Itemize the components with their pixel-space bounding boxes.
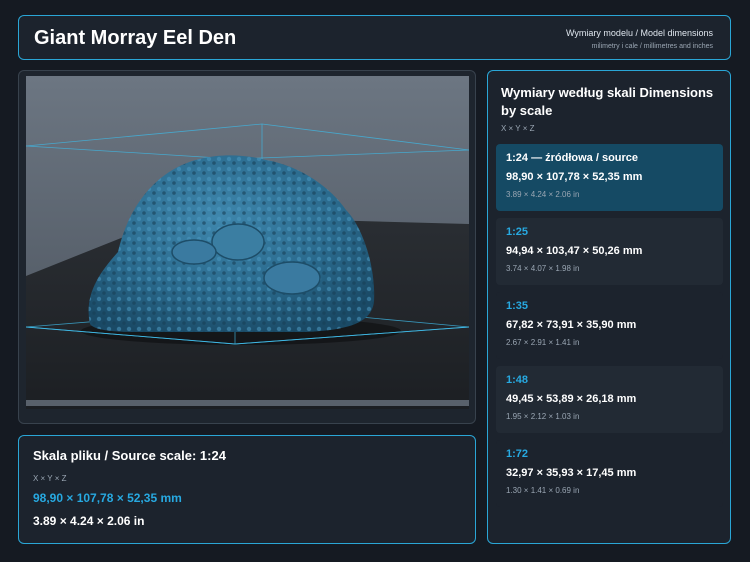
scale-label: 1:24 — źródłowa / source [506, 152, 639, 164]
scales-panel: Wymiary według skali Dimensions by scale… [487, 70, 731, 544]
scale-dimensions-inches: 2.67 × 2.91 × 1.41 in [506, 338, 580, 347]
scale-row-1-24[interactable]: 1:24 — źródłowa / source 98,90 × 107,78 … [496, 144, 723, 211]
eel-body-left [171, 239, 217, 265]
scale-dimensions-mm: 67,82 × 73,91 × 35,90 mm [506, 319, 637, 331]
scale-dimensions-mm: 98,90 × 107,78 × 52,35 mm [506, 171, 643, 183]
scale-dimensions-mm: 49,45 × 53,89 × 26,18 mm [506, 393, 637, 405]
scale-dimensions-inches: 3.89 × 4.24 × 2.06 in [506, 190, 580, 199]
page-title: Giant Morray Eel Den [34, 27, 237, 49]
source-scale-card: Skala pliku / Source scale: 1:24 X × Y ×… [18, 435, 476, 544]
scale-label: 1:72 [506, 448, 529, 460]
scale-dimensions-inches: 3.74 × 4.07 × 1.98 in [506, 264, 580, 273]
scale-dimensions-inches: 1.30 × 1.41 × 0.69 in [506, 486, 580, 495]
scale-row-1-25[interactable]: 1:25 94,94 × 103,47 × 50,26 mm 3.74 × 4.… [496, 218, 723, 285]
viewer-scrollbar[interactable] [26, 400, 469, 406]
scales-title: Wymiary według skali Dimensions by scale [501, 85, 714, 118]
eel-head-bottom [263, 261, 321, 295]
header-subtitle: Wymiary modelu / Model dimensions [566, 28, 713, 38]
source-dimensions-inches: 3.89 × 4.24 × 2.06 in [33, 514, 145, 528]
scale-dimensions-mm: 32,97 × 35,93 × 17,45 mm [506, 467, 637, 479]
header-panel: Giant Morray Eel Den Wymiary modelu / Mo… [18, 15, 731, 60]
source-dimensions-mm: 98,90 × 107,78 × 52,35 mm [33, 491, 182, 505]
scale-row-1-72[interactable]: 1:72 32,97 × 35,93 × 17,45 mm 1.30 × 1.4… [496, 440, 723, 507]
scale-dimensions-inches: 1.95 × 2.12 × 1.03 in [506, 412, 580, 421]
model-viewer[interactable] [18, 70, 476, 424]
scale-dimensions-mm: 94,94 × 103,47 × 50,26 mm [506, 245, 643, 257]
source-scale-title: Skala pliku / Source scale: 1:24 [33, 448, 226, 463]
scale-label: 1:25 [506, 226, 529, 238]
scale-label: 1:48 [506, 374, 529, 386]
eel-head-top [211, 223, 265, 261]
source-axes-label: X × Y × Z [33, 474, 67, 483]
scale-label: 1:35 [506, 300, 529, 312]
header-units-note: milimetry i cale / millimetres and inche… [591, 43, 713, 50]
model-render [26, 76, 469, 409]
scale-row-1-35[interactable]: 1:35 67,82 × 73,91 × 35,90 mm 2.67 × 2.9… [496, 292, 723, 359]
scales-axes-label: X × Y × Z [501, 124, 535, 133]
scale-row-1-48[interactable]: 1:48 49,45 × 53,89 × 26,18 mm 1.95 × 2.1… [496, 366, 723, 433]
